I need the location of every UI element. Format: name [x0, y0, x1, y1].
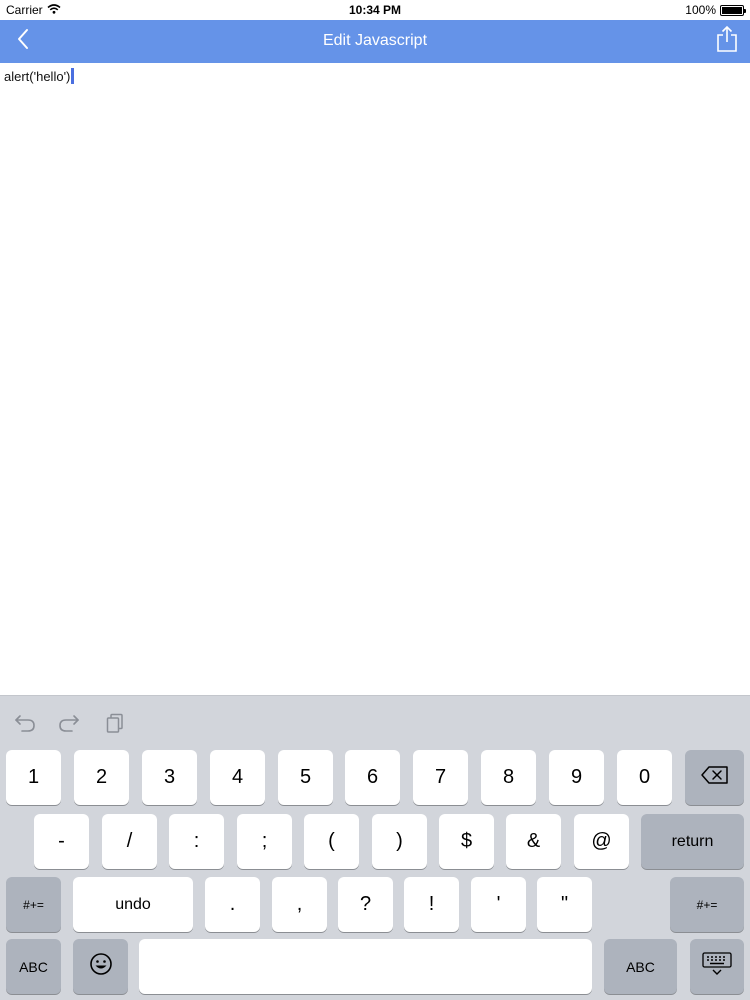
navigation-bar: Edit Javascript: [0, 20, 750, 63]
key-apostrophe[interactable]: ': [471, 877, 526, 932]
undo-shortcut-button[interactable]: [12, 712, 38, 738]
key-8[interactable]: 8: [481, 750, 536, 805]
abc-key-left[interactable]: ABC: [6, 939, 61, 994]
key-period[interactable]: .: [205, 877, 260, 932]
status-time: 10:34 PM: [348, 3, 402, 17]
abc-key-right[interactable]: ABC: [604, 939, 677, 994]
key-3[interactable]: 3: [142, 750, 197, 805]
key-semicolon[interactable]: ;: [237, 814, 292, 869]
more-symbols-key-right[interactable]: #+=: [670, 877, 744, 932]
key-0[interactable]: 0: [617, 750, 672, 805]
key-2[interactable]: 2: [74, 750, 129, 805]
code-editor[interactable]: alert('hello'): [0, 63, 750, 695]
paste-icon: [104, 712, 126, 739]
page-title: Edit Javascript: [322, 32, 428, 49]
key-open-paren[interactable]: (: [304, 814, 359, 869]
share-button[interactable]: [712, 25, 742, 57]
key-quote[interactable]: ": [537, 877, 592, 932]
emoji-icon: [89, 952, 113, 982]
key-7[interactable]: 7: [413, 750, 468, 805]
undo-icon: [13, 713, 37, 738]
text-cursor: [71, 68, 75, 84]
key-dollar[interactable]: $: [439, 814, 494, 869]
key-close-paren[interactable]: ): [372, 814, 427, 869]
battery-percent: 100%: [685, 3, 716, 17]
key-comma[interactable]: ,: [272, 877, 327, 932]
key-exclamation[interactable]: !: [404, 877, 459, 932]
key-hyphen[interactable]: -: [34, 814, 89, 869]
key-colon[interactable]: :: [169, 814, 224, 869]
space-key[interactable]: [139, 939, 592, 994]
battery-icon: [720, 4, 746, 16]
keyboard-dismiss-icon: [701, 951, 733, 983]
key-1[interactable]: 1: [6, 750, 61, 805]
key-9[interactable]: 9: [549, 750, 604, 805]
key-question[interactable]: ?: [338, 877, 393, 932]
dismiss-keyboard-key[interactable]: [690, 939, 744, 994]
delete-key[interactable]: [685, 750, 744, 805]
key-5[interactable]: 5: [278, 750, 333, 805]
key-slash[interactable]: /: [102, 814, 157, 869]
status-right: 100%: [685, 3, 746, 17]
key-at[interactable]: @: [574, 814, 629, 869]
backspace-icon: [700, 765, 730, 791]
key-ampersand[interactable]: &: [506, 814, 561, 869]
on-screen-keyboard: 1 2 3 4 5 6 7 8 9 0 - / : ; ( ) $ & @ re…: [0, 695, 750, 1000]
code-line: alert('hello'): [4, 69, 71, 84]
undo-key[interactable]: undo: [73, 877, 193, 932]
emoji-key[interactable]: [73, 939, 128, 994]
share-icon: [716, 25, 738, 58]
editor-text[interactable]: alert('hello'): [4, 68, 75, 84]
key-6[interactable]: 6: [345, 750, 400, 805]
keyboard-shortcut-bar: [0, 696, 750, 746]
return-key[interactable]: return: [641, 814, 744, 869]
paste-shortcut-button[interactable]: [102, 712, 128, 738]
key-4[interactable]: 4: [210, 750, 265, 805]
more-symbols-key-left[interactable]: #+=: [6, 877, 61, 932]
redo-icon: [57, 713, 81, 738]
status-bar: Carrier 10:34 PM 100%: [0, 0, 750, 20]
redo-shortcut-button[interactable]: [56, 712, 82, 738]
